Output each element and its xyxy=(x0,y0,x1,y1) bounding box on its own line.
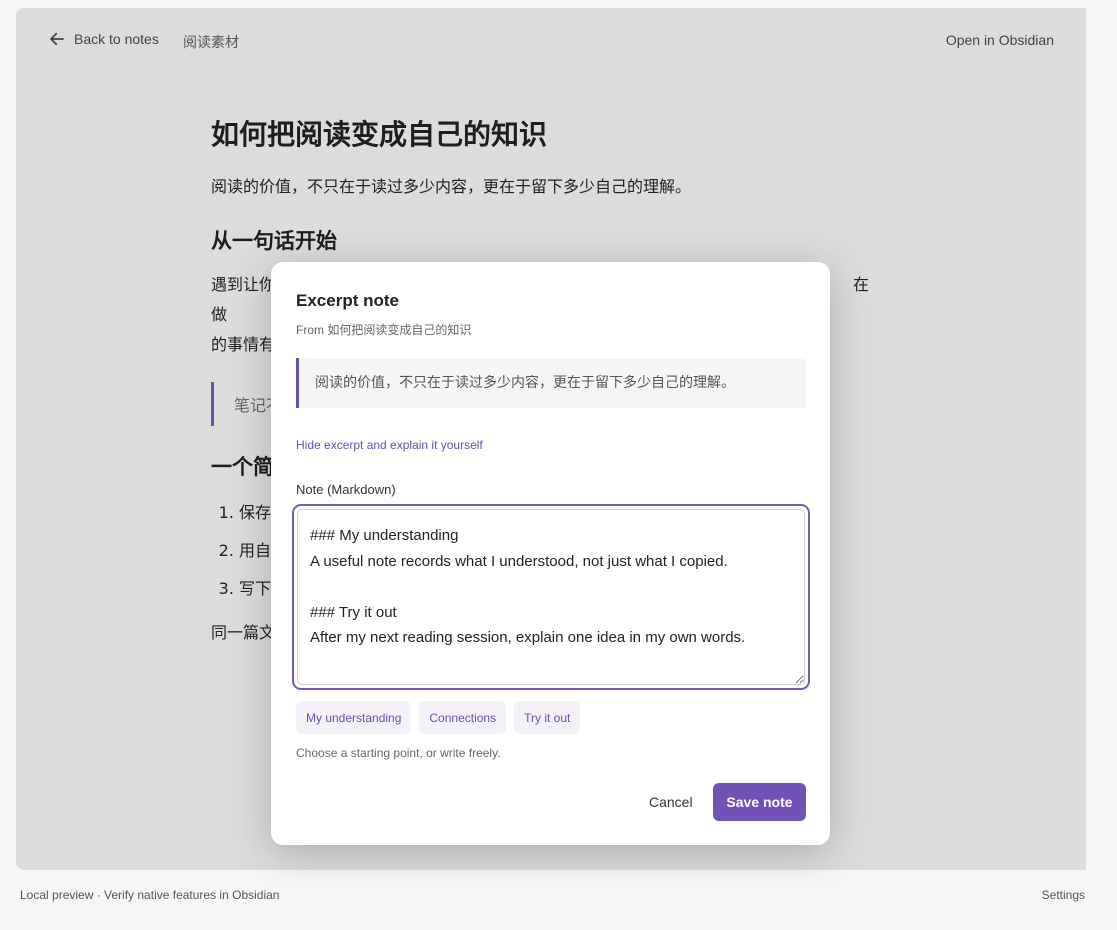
note-editor-focus-ring xyxy=(292,504,810,690)
source-prefix: From xyxy=(296,323,324,337)
excerpt-quote: 阅读的价值，不只在于读过多少内容，更在于留下多少自己的理解。 xyxy=(296,358,806,408)
article-lead: 阅读的价值，不只在于读过多少内容，更在于留下多少自己的理解。 xyxy=(211,177,692,196)
source-title: 如何把阅读变成自己的知识 xyxy=(327,323,472,337)
hide-excerpt-link[interactable]: Hide excerpt and explain it yourself xyxy=(296,438,483,452)
note-markdown-textarea[interactable] xyxy=(297,509,805,685)
article-title: 如何把阅读变成自己的知识 xyxy=(211,118,548,151)
back-to-notes-link[interactable]: Back to notes xyxy=(48,30,159,48)
back-to-notes-label: Back to notes xyxy=(74,31,159,47)
starter-hint: Choose a starting point, or write freely… xyxy=(296,746,501,760)
topbar: Back to notes 阅读素材 Open in Obsidian xyxy=(16,8,1086,72)
article-heading-first: 从一句话开始 xyxy=(211,229,337,253)
excerpt-note-modal: Excerpt note From 如何把阅读变成自己的知识 阅读的价值，不只在… xyxy=(271,262,830,845)
note-label: Note (Markdown) xyxy=(296,482,396,497)
arrow-left-icon xyxy=(50,32,64,46)
chip-connections[interactable]: Connections xyxy=(419,701,507,734)
modal-title: Excerpt note xyxy=(296,291,399,310)
folder-breadcrumb[interactable]: 阅读素材 xyxy=(183,32,239,52)
cancel-button[interactable]: Cancel xyxy=(639,783,703,821)
footer-status: Local preview · Verify native features i… xyxy=(20,888,280,902)
open-in-obsidian-link[interactable]: Open in Obsidian xyxy=(946,32,1054,48)
modal-source: From 如何把阅读变成自己的知识 xyxy=(296,321,471,338)
paragraph-line2-start: 的事情有 xyxy=(211,335,276,354)
save-note-button[interactable]: Save note xyxy=(713,783,806,821)
starter-chips: My understanding Connections Try it out xyxy=(296,701,588,734)
paragraph-line1-start: 遇到让你 xyxy=(211,275,276,294)
chip-my-understanding[interactable]: My understanding xyxy=(296,701,412,734)
chip-try-it-out[interactable]: Try it out xyxy=(514,701,581,734)
settings-link[interactable]: Settings xyxy=(1042,888,1085,902)
